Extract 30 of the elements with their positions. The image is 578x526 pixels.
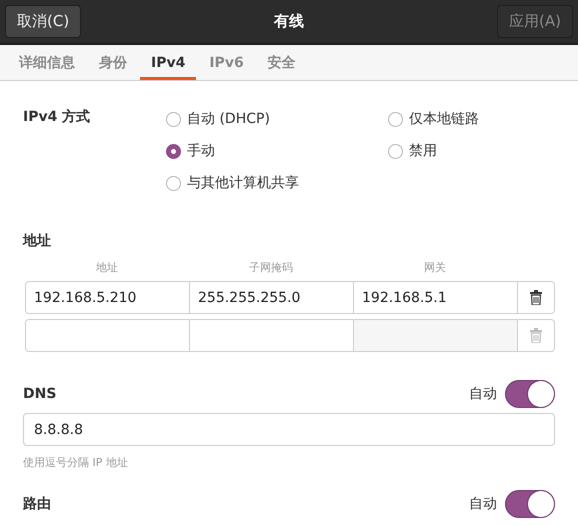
radio-icon[interactable] xyxy=(388,144,403,158)
radio-option[interactable]: 手动 xyxy=(166,135,388,167)
radio-icon[interactable] xyxy=(388,112,403,126)
trash-icon[interactable] xyxy=(530,290,542,305)
radio-option[interactable]: 禁用 xyxy=(388,135,479,167)
column-header: 网关 xyxy=(424,260,446,275)
field-label: IPv4 方式 xyxy=(23,108,92,127)
column-header: 地址 xyxy=(96,260,118,275)
input-field[interactable] xyxy=(26,320,190,351)
radio-icon[interactable] xyxy=(166,112,181,126)
toggle-label: 自动 xyxy=(469,385,497,403)
section-title: 路由 xyxy=(23,495,51,513)
section-title: DNS xyxy=(23,386,56,402)
input-field[interactable] xyxy=(354,320,518,351)
radio-option[interactable]: 自动 (DHCP) xyxy=(166,103,388,135)
radio-icon[interactable] xyxy=(166,144,181,158)
toggle-label: 自动 xyxy=(469,495,497,513)
column-header: 子网掩码 xyxy=(249,260,293,275)
input-field[interactable]: 192.168.5.210 xyxy=(26,282,190,313)
section-title: 地址 xyxy=(23,232,52,250)
radio-option[interactable]: 与其他计算机共享 xyxy=(166,167,388,199)
toggle-switch[interactable] xyxy=(505,380,555,408)
hint-text: 使用逗号分隔 IP 地址 xyxy=(23,455,128,470)
tab[interactable]: IPv4 xyxy=(140,48,196,80)
window-title: 有线 xyxy=(274,12,304,31)
radio-icon[interactable] xyxy=(166,176,181,190)
radio-option[interactable]: 仅本地链路 xyxy=(388,103,479,135)
toggle-switch[interactable] xyxy=(505,490,555,518)
input-field[interactable]: 8.8.8.8 xyxy=(23,413,555,446)
cancel-button[interactable]: 取消(C) xyxy=(5,5,82,38)
